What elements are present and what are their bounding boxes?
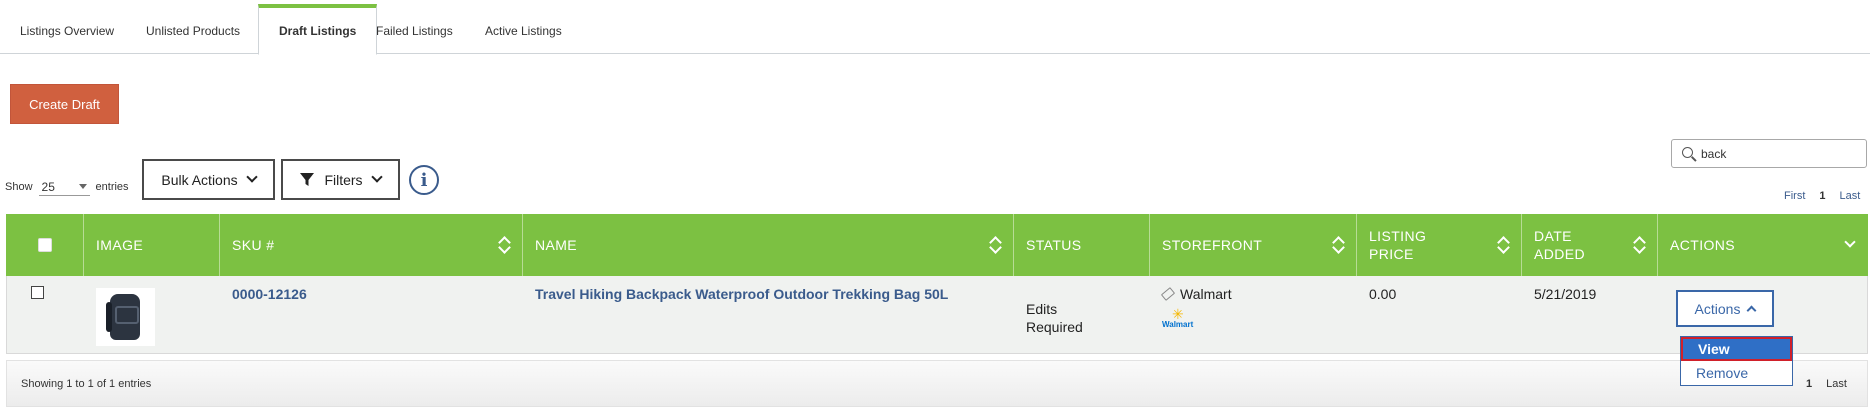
product-thumbnail[interactable] [96,288,155,346]
menu-item-view[interactable]: View [1681,337,1792,361]
pagination-top: First 1 Last [1784,190,1860,202]
pager-last-link[interactable]: Last [1840,190,1861,202]
bulk-actions-button[interactable]: Bulk Actions [142,159,275,200]
chevron-down-icon [1844,236,1856,248]
header-date-label-2: ADDED [1534,246,1586,262]
header-price-label-1: LISTING [1369,228,1427,244]
row-sku-cell: 0000-12126 [220,276,523,353]
show-label: Show [5,181,33,193]
sort-icon [1332,236,1344,254]
header-status-label: STATUS [1026,237,1082,253]
chevron-up-icon [1747,305,1757,316]
bulk-actions-label: Bulk Actions [161,171,238,188]
table-header: IMAGE SKU # NAME STATUS STOREFRONT LISTI… [6,214,1868,276]
pager-current-page[interactable]: 1 [1819,190,1825,202]
search-value: back [1701,146,1727,161]
tab-unlisted-products[interactable]: Unlisted Products [126,4,260,54]
actions-label: Actions [1694,300,1741,317]
header-sku-label: SKU # [232,237,275,253]
header-status: STATUS [1014,214,1150,276]
page-length-control: Show 25 entries [5,178,129,196]
walmart-logo: ✳ Walmart [1162,306,1357,330]
row-name-cell: Travel Hiking Backpack Waterproof Outdoo… [523,276,1014,353]
page-length-value: 25 [41,179,55,194]
header-date-label-1: DATE [1534,228,1572,244]
tab-listings-overview[interactable]: Listings Overview [0,4,134,54]
chevron-down-icon [370,171,383,183]
select-all-checkbox[interactable] [37,238,52,252]
listing-price: 0.00 [1369,286,1397,302]
sort-icon [498,236,510,254]
tab-active-listings[interactable]: Active Listings [465,4,582,54]
create-draft-button[interactable]: Create Draft [10,84,119,124]
walmart-logo-text: Walmart [1162,320,1194,329]
filters-button[interactable]: Filters [281,159,400,200]
sort-icon [989,236,1001,254]
header-select-all [6,214,84,276]
header-listing-price[interactable]: LISTING PRICE [1357,214,1522,276]
listing-tabs: Listings Overview Unlisted Products Draf… [0,0,1870,55]
row-actions-button[interactable]: Actions [1676,290,1774,327]
header-date-added[interactable]: DATE ADDED [1522,214,1658,276]
header-actions[interactable]: ACTIONS [1658,214,1868,276]
date-added: 5/21/2019 [1534,286,1597,302]
row-select-cell [7,276,84,353]
header-storefront[interactable]: STOREFRONT [1150,214,1357,276]
sort-icon [1497,236,1509,254]
sku-link[interactable]: 0000-12126 [232,286,307,302]
storefront-name: Walmart [1180,286,1232,302]
filter-icon [300,172,315,186]
row-date-cell: 5/21/2019 [1522,276,1658,353]
header-actions-label: ACTIONS [1670,237,1736,253]
tab-failed-listings[interactable]: Failed Listings [356,4,473,54]
header-image: IMAGE [84,214,220,276]
header-sku[interactable]: SKU # [220,214,523,276]
caret-down-icon [78,184,87,189]
table-row: 0000-12126 Travel Hiking Backpack Waterp… [6,276,1868,354]
pager-last-link-bottom[interactable]: Last [1826,378,1847,390]
filters-label: Filters [324,171,363,188]
row-price-cell: 0.00 [1357,276,1522,353]
pager-current-page-bottom[interactable]: 1 [1806,378,1812,390]
page-length-select[interactable]: 25 [38,178,90,196]
header-name-label: NAME [535,237,578,253]
row-status-cell: Edits Required [1014,276,1150,353]
entries-summary: Showing 1 to 1 of 1 entries [21,377,152,390]
menu-item-remove[interactable]: Remove [1681,361,1792,385]
entries-label: entries [95,181,129,193]
sort-icon [1633,236,1645,254]
header-name[interactable]: NAME [523,214,1014,276]
header-image-label: IMAGE [96,237,144,253]
pager-first-link[interactable]: First [1784,190,1805,202]
row-image-cell [84,276,220,353]
table-footer: Showing 1 to 1 of 1 entries [6,360,1868,407]
status-line-1: Edits [1026,301,1058,317]
status-line-2: Required [1026,319,1083,335]
draft-listings-table: IMAGE SKU # NAME STATUS STOREFRONT LISTI… [6,214,1868,354]
search-input[interactable]: back [1671,139,1867,168]
row-actions-menu: View Remove [1680,336,1793,386]
header-price-label-2: PRICE [1369,246,1414,262]
walmart-spark-icon: ✳ [1172,306,1184,322]
tag-icon [1160,287,1176,301]
product-name-link[interactable]: Travel Hiking Backpack Waterproof Outdoo… [535,286,948,302]
info-icon[interactable]: i [409,165,439,195]
row-checkbox[interactable] [31,286,44,299]
row-storefront-cell: Walmart ✳ Walmart [1150,276,1357,353]
header-storefront-label: STOREFRONT [1162,237,1263,253]
search-icon [1682,146,1693,158]
pagination-bottom: 1 Last [1806,378,1847,390]
chevron-down-icon [245,171,258,183]
